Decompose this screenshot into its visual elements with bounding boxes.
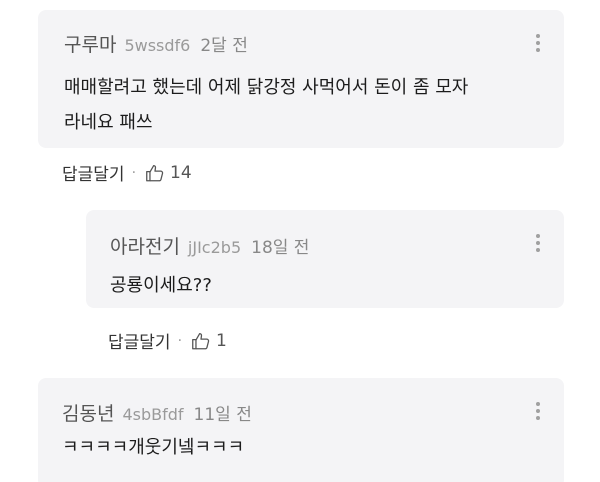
- comment-text: ㅋㅋㅋㅋ개웃기넼ㅋㅋㅋ: [62, 430, 244, 465]
- like-count: 1: [216, 330, 227, 351]
- comment-time: 11일 전: [193, 405, 252, 425]
- comment-time: 18일 전: [251, 238, 310, 258]
- comment-author[interactable]: 아라전기: [110, 232, 180, 259]
- reply-button[interactable]: 답글달기: [62, 160, 125, 185]
- comment-author[interactable]: 구루마: [64, 30, 116, 57]
- like-button[interactable]: 1: [190, 330, 227, 352]
- comment-text: 공룡이세요??: [110, 268, 212, 303]
- more-vertical-icon[interactable]: [536, 234, 540, 252]
- more-vertical-icon[interactable]: [536, 402, 540, 420]
- comment-header: 아라전기 jJIc2b5 18일 전: [110, 232, 309, 259]
- reply-button[interactable]: 답글달기: [108, 328, 171, 353]
- comment-header: 김동년 4sbBfdf 11일 전: [62, 399, 252, 426]
- comment-actions: 답글달기 · 1: [108, 328, 227, 354]
- comment-text-line: 공룡이세요??: [110, 275, 212, 296]
- comment-text-line: ㅋㅋㅋㅋ개웃기넼ㅋㅋㅋ: [62, 437, 245, 458]
- like-button[interactable]: 14: [144, 162, 192, 184]
- comment-card: 구루마 5wssdf6 2달 전 매매할려고 했는데 어제 닭강정 사먹어서 돈…: [38, 10, 564, 148]
- comment-user-id: 4sbBfdf: [122, 405, 184, 424]
- comment-user-id: 5wssdf6: [124, 36, 191, 55]
- like-count: 14: [170, 162, 192, 183]
- more-vertical-icon[interactable]: [536, 34, 540, 52]
- comment-header: 구루마 5wssdf6 2달 전: [64, 30, 248, 57]
- comment-text: 매매할려고 했는데 어제 닭강정 사먹어서 돈이 좀 모자 라네요 패쓰: [64, 70, 468, 140]
- comment-time: 2달 전: [200, 36, 248, 56]
- reply-card: 아라전기 jJIc2b5 18일 전 공룡이세요??: [86, 210, 564, 308]
- comment-text-line: 라네요 패쓰: [64, 112, 153, 133]
- thumbs-up-icon: [146, 164, 164, 181]
- comment-author[interactable]: 김동년: [62, 399, 114, 426]
- separator-dot: ·: [177, 332, 183, 349]
- comment-actions: 답글달기 · 14: [62, 160, 192, 186]
- thumbs-up-icon: [192, 332, 210, 349]
- comment-user-id: jJIc2b5: [187, 238, 242, 257]
- comment-text-line: 매매할려고 했는데 어제 닭강정 사먹어서 돈이 좀 모자: [64, 77, 469, 98]
- comment-card: 김동년 4sbBfdf 11일 전 ㅋㅋㅋㅋ개웃기넼ㅋㅋㅋ: [38, 378, 564, 482]
- separator-dot: ·: [131, 164, 137, 181]
